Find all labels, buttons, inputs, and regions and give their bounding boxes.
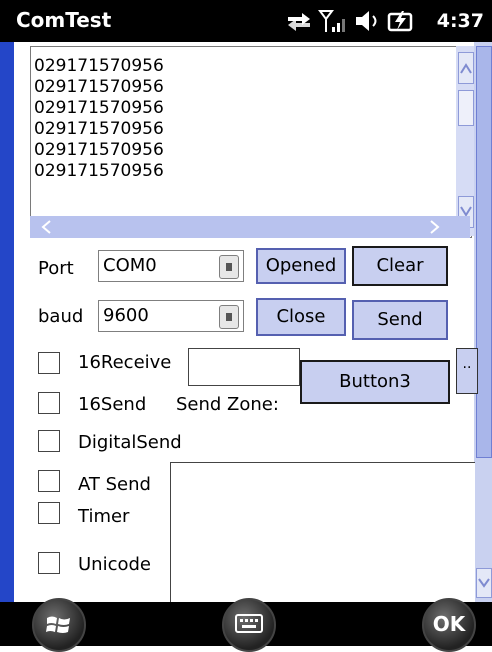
timer-checkbox[interactable] [38,502,60,524]
output-line: 029171570956 [34,77,164,97]
baud-select-value: 9600 [103,305,149,326]
chevron-down-icon[interactable] [219,255,239,279]
unicode-label: Unicode [78,554,151,575]
ok-button[interactable]: OK [422,598,476,652]
send-zone-textarea[interactable] [170,462,475,603]
page-vertical-scrollbar[interactable] [474,42,492,602]
title-bar: ComTest 4:37 [0,0,492,42]
scroll-right-icon[interactable] [422,219,448,235]
clock: 4:37 [436,10,484,32]
clear-button[interactable]: Clear [352,246,448,286]
more-button[interactable]: .. [456,348,478,394]
atsend-label: AT Send [78,474,151,495]
receive16-checkbox[interactable] [38,352,60,374]
page-scroll-down-icon[interactable] [476,568,492,598]
soft-key-bar: OK [0,598,492,652]
signal-strength-icon[interactable] [318,8,348,34]
start-button[interactable] [32,598,86,652]
baud-label: baud [38,306,84,327]
send16-label: 16Send [78,394,147,415]
digitalsend-checkbox[interactable] [38,430,60,452]
keyboard-icon [235,614,263,633]
windows-logo-icon [46,616,70,633]
output-line: 029171570956 [34,56,164,76]
opened-button[interactable]: Opened [256,248,346,284]
send-button[interactable]: Send [352,300,448,340]
output-lines: 029171570956 029171570956 029171570956 0… [34,56,164,182]
close-button[interactable]: Close [256,298,346,336]
ok-label: OK [432,612,466,636]
unicode-checkbox[interactable] [38,552,60,574]
receive16-label: 16Receive [78,352,172,373]
scroll-left-icon[interactable] [34,219,60,235]
page-scroll-thumb[interactable] [476,46,492,458]
port-label: Port [38,258,74,279]
keyboard-button[interactable] [222,598,276,652]
timer-label: Timer [78,506,130,527]
button3-button[interactable]: Button3 [300,360,450,404]
output-vertical-scrollbar[interactable] [456,46,476,236]
output-line: 029171570956 [34,98,164,118]
output-line: 029171570956 [34,161,164,181]
digitalsend-label: DigitalSend [78,432,182,453]
port-select[interactable]: COM0 [98,250,244,282]
output-line: 029171570956 [34,119,164,139]
send-zone-label: Send Zone: [176,394,279,415]
receive-input[interactable] [188,348,300,386]
output-line: 029171570956 [34,140,164,160]
scroll-thumb[interactable] [458,90,474,126]
port-select-value: COM0 [103,255,157,276]
output-horizontal-scrollbar[interactable] [30,216,470,238]
atsend-checkbox[interactable] [38,470,60,492]
scroll-up-icon[interactable] [458,52,474,84]
connectivity-icon[interactable] [284,8,314,34]
baud-select[interactable]: 9600 [98,300,244,332]
app-title: ComTest [16,8,112,32]
window-border [0,42,14,602]
chevron-down-icon[interactable] [219,305,239,329]
volume-icon[interactable] [352,8,382,34]
send16-checkbox[interactable] [38,392,60,414]
battery-icon[interactable] [386,8,416,34]
